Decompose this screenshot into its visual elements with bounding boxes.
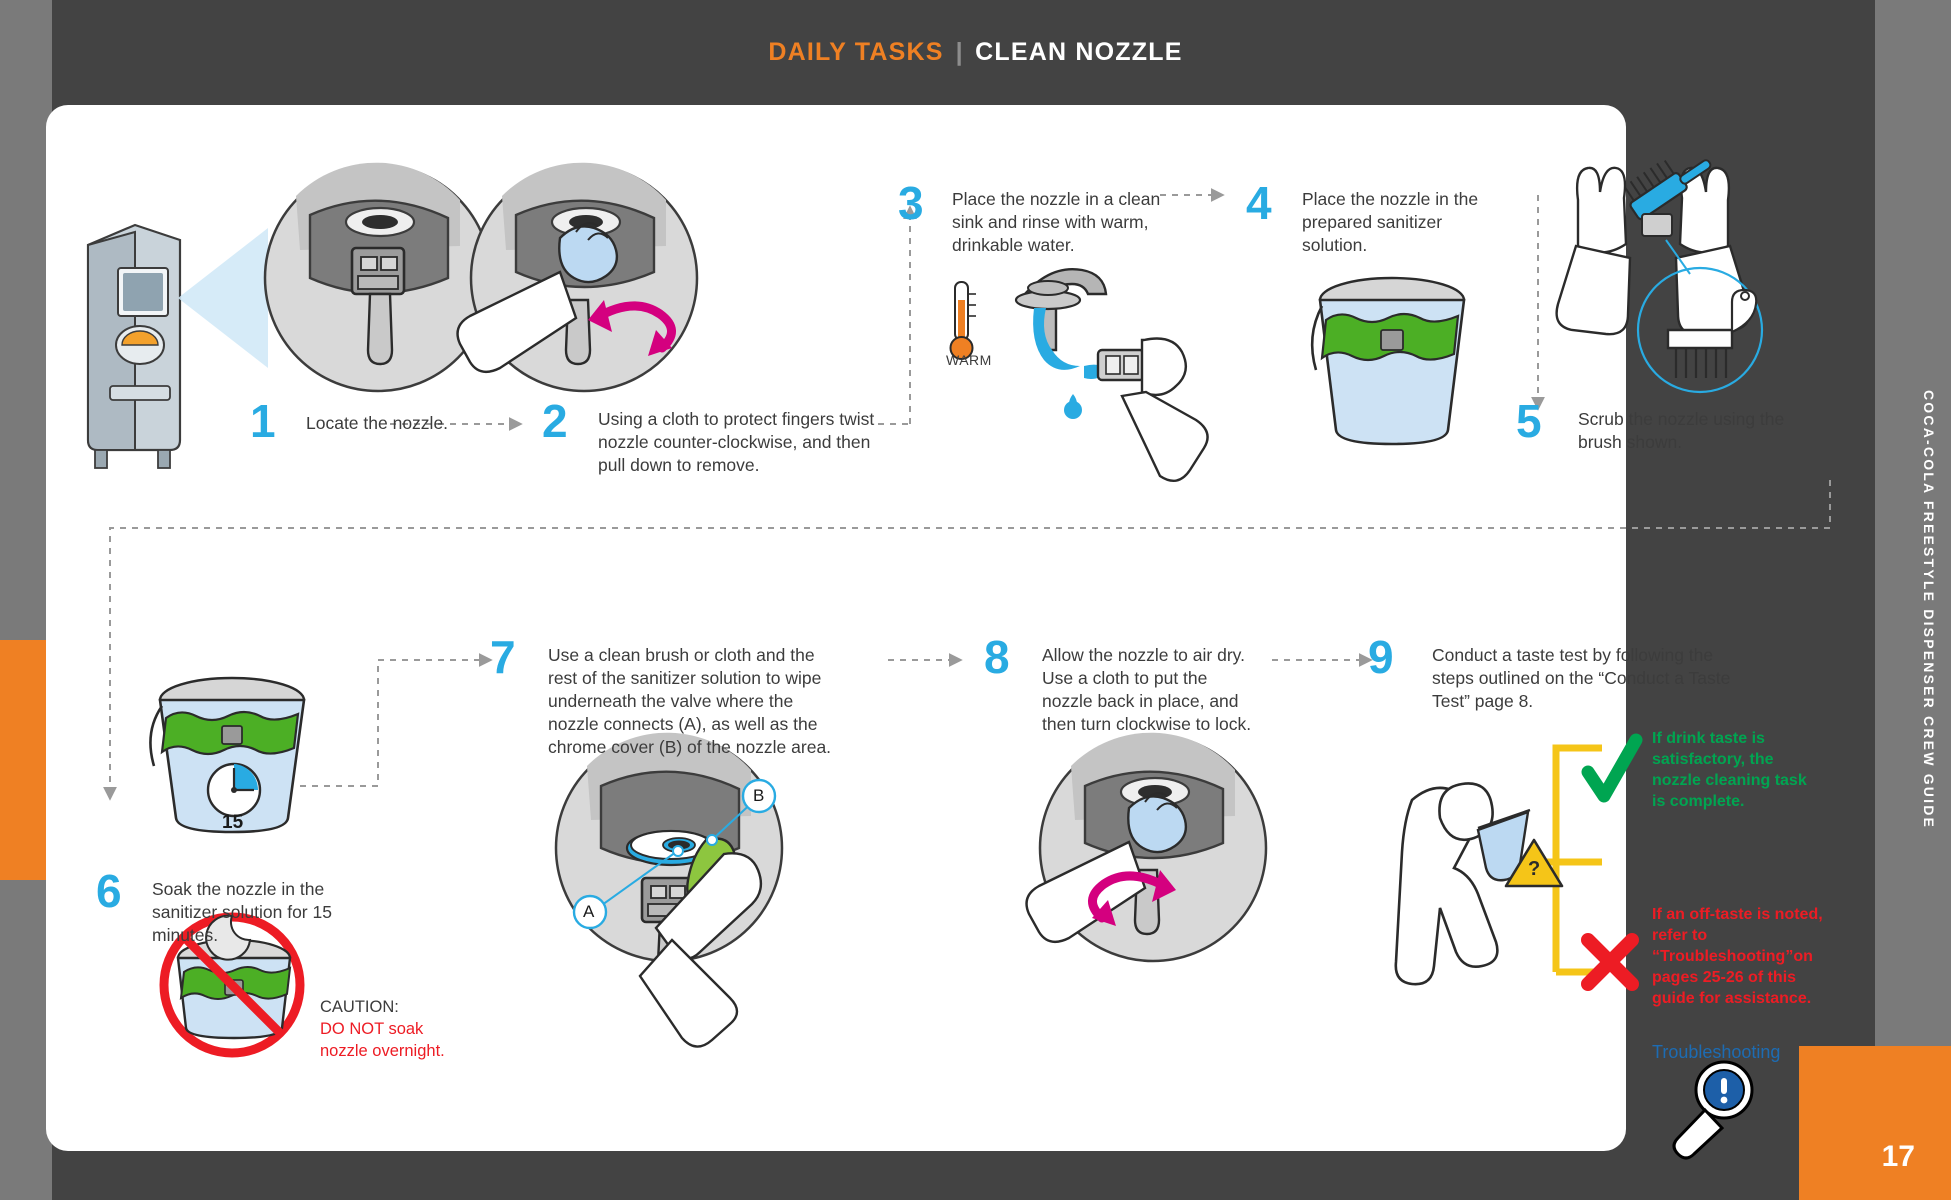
step-9-text: Conduct a taste test by following the st…: [1432, 645, 1731, 712]
step-1-text: Locate the nozzle.: [306, 413, 449, 433]
step-8-number: 8: [984, 631, 1010, 683]
step-3-text: Place the nozzle in a clean sink and rin…: [952, 189, 1161, 256]
troubleshooting-link[interactable]: Troubleshooting: [1652, 1042, 1780, 1063]
step-4-number: 4: [1246, 177, 1272, 229]
step-6-number: 6: [96, 865, 122, 917]
step-4-text: Place the nozzle in the prepared sanitiz…: [1302, 189, 1479, 256]
caution-heading: CAUTION:: [320, 998, 399, 1016]
step-7-number: 7: [490, 631, 516, 683]
step-1-number: 1: [250, 395, 276, 447]
failure-outcome-text: If an off-taste is noted, refer to “Trou…: [1652, 906, 1823, 1008]
page-title: CLEAN NOZZLE: [975, 38, 1183, 66]
success-outcome-text: If drink taste is satisfactory, the nozz…: [1652, 730, 1807, 811]
left-orange-block: [0, 640, 52, 880]
left-grey-band: [0, 0, 52, 1200]
warm-label: WARM: [946, 352, 992, 368]
step-8-text: Allow the nozzle to air dry. Use a cloth…: [1042, 645, 1252, 735]
question-mark-label: ?: [1528, 858, 1541, 880]
step-5-text: Scrub the nozzle using the brush shown.: [1578, 409, 1785, 453]
step-2-number: 2: [542, 395, 568, 447]
caution-line-2: nozzle overnight.: [320, 1042, 445, 1060]
step-3-number: 3: [898, 177, 924, 229]
guide-title-vertical: COCA-COLA FREESTYLE DISPENSER CREW GUIDE: [1921, 390, 1937, 830]
content-card: [46, 105, 1626, 1151]
page-header: DAILY TASKS | CLEAN NOZZLE: [0, 0, 1951, 105]
page-number: 17: [1881, 1140, 1915, 1173]
step-9-number: 9: [1368, 631, 1394, 683]
timer-minutes-label: 15: [222, 812, 244, 833]
header-category: DAILY TASKS: [768, 38, 944, 66]
step-6-text: Soak the nozzle in the sanitizer solutio…: [152, 879, 332, 946]
step-2-text: Using a cloth to protect fingers twist n…: [598, 409, 875, 476]
bottom-right-orange-block: [1799, 1046, 1951, 1200]
caution-line-1: DO NOT soak: [320, 1020, 424, 1038]
right-grey-sidebar: [1875, 0, 1951, 1046]
callout-b-label: B: [753, 786, 765, 805]
header-separator: |: [955, 38, 964, 66]
step-7-text: Use a clean brush or cloth and the rest …: [548, 645, 832, 758]
callout-a-label: A: [583, 902, 595, 921]
step-5-number: 5: [1516, 395, 1542, 447]
